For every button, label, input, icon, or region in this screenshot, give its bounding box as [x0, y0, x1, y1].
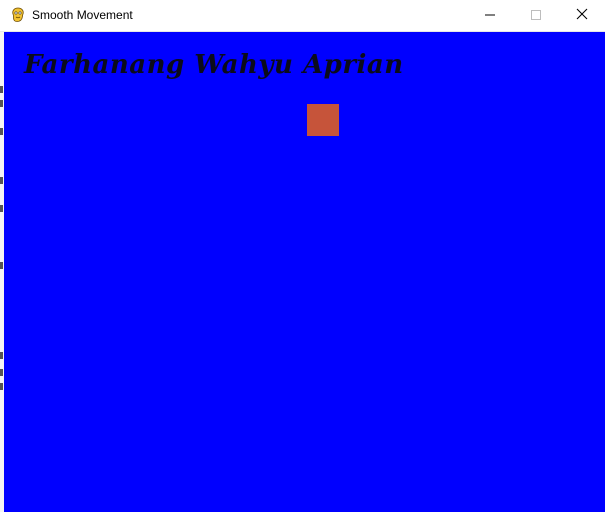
- title-bar[interactable]: Smooth Movement: [0, 0, 605, 32]
- minimize-icon: [485, 7, 495, 25]
- player-square: [307, 104, 339, 136]
- maximize-button[interactable]: [513, 0, 559, 32]
- close-button[interactable]: [559, 0, 605, 32]
- player-name-heading: Farhanang Wahyu Aprian: [24, 50, 404, 80]
- pygame-snake-icon: [10, 7, 26, 23]
- close-icon: [576, 7, 588, 25]
- game-canvas[interactable]: Farhanang Wahyu Aprian: [4, 32, 605, 512]
- app-window: Smooth Movement Farhanang Wahyu Aprian: [0, 0, 605, 512]
- window-title: Smooth Movement: [32, 8, 133, 22]
- maximize-icon: [531, 7, 541, 25]
- minimize-button[interactable]: [467, 0, 513, 32]
